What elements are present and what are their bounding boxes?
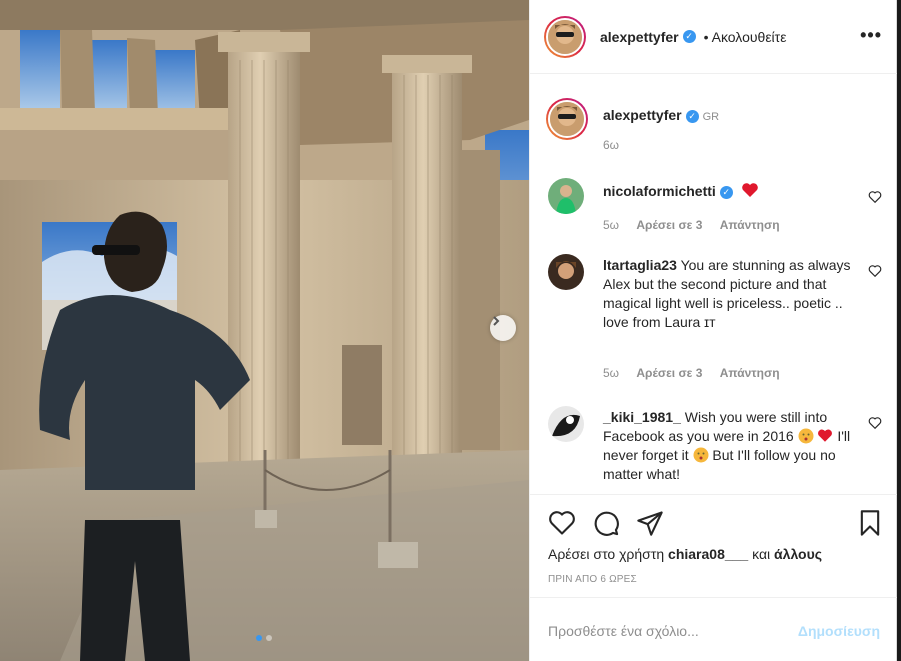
post-timestamp[interactable]: ΠΡΙΝ ΑΠΟ 6 ΩΡΕΣ xyxy=(548,574,637,585)
comment-likes[interactable]: Αρέσει σε 3 xyxy=(636,366,702,380)
commenter-avatar[interactable] xyxy=(548,178,584,214)
comment-likes[interactable]: Αρέσει σε 3 xyxy=(636,218,702,232)
caption-username[interactable]: alexpettyfer xyxy=(603,107,682,123)
carousel-dot xyxy=(266,635,272,641)
likes-prefix: Αρέσει στο χρήστη xyxy=(548,546,665,562)
author-avatar[interactable] xyxy=(544,15,586,58)
comment-time[interactable]: 5ω xyxy=(603,218,619,232)
heart-icon[interactable] xyxy=(868,264,882,278)
acropolis-photo xyxy=(0,0,529,661)
red-heart-emoji-icon xyxy=(741,183,758,197)
kissing-face-emoji-icon xyxy=(798,428,814,444)
post-comment-button[interactable]: Δημοσίευση xyxy=(798,623,880,639)
comment-row: _kiki_1981_ Wish you were still into Fac… xyxy=(548,406,888,494)
like-heart-icon[interactable] xyxy=(548,509,576,537)
verified-icon: ✓ xyxy=(685,109,699,123)
verified-icon: ✓ xyxy=(682,30,696,43)
comment-username[interactable]: ltartaglia23 xyxy=(603,257,677,273)
add-comment-input[interactable]: Προσθέστε ένα σχόλιο... xyxy=(548,623,699,639)
comment-time[interactable]: 5ω xyxy=(603,366,619,380)
caption-avatar[interactable] xyxy=(546,98,588,140)
comments-list: alexpettyfer✓GR 6ω nicolaformichetti✓ xyxy=(530,74,898,494)
avatar-photo-icon xyxy=(548,178,584,214)
location-tag: GR xyxy=(702,111,720,123)
post-photo[interactable] xyxy=(0,0,529,661)
carousel-dot-active xyxy=(256,635,262,641)
likes-user[interactable]: chiara08___ xyxy=(668,546,748,562)
chevron-right-icon xyxy=(493,316,500,326)
caption-time[interactable]: 6ω xyxy=(603,138,619,152)
bookmark-icon[interactable] xyxy=(856,509,884,537)
comment-username[interactable]: nicolaformichetti xyxy=(603,183,716,199)
author-username[interactable]: alexpettyfer xyxy=(600,29,679,45)
following-status[interactable]: • Ακολουθείτε xyxy=(704,29,787,45)
likes-others[interactable]: άλλους xyxy=(774,546,822,562)
avatar-photo-icon xyxy=(548,406,584,442)
likes-summary[interactable]: Αρέσει στο χρήστη chiara08___ και άλλους xyxy=(548,546,822,562)
likes-and: και xyxy=(752,546,771,562)
share-icon[interactable] xyxy=(636,509,664,537)
carousel-next-button[interactable] xyxy=(490,315,516,341)
heart-icon[interactable] xyxy=(868,416,882,430)
instagram-post-modal: alexpettyfer ✓ • Ακολουθείτε ••• alexpet… xyxy=(0,0,901,661)
commenter-avatar[interactable] xyxy=(548,254,584,290)
comment-row: ltartaglia23 You are stunning as always … xyxy=(548,254,888,384)
reply-button[interactable]: Απάντηση xyxy=(720,366,780,380)
backdrop-edge xyxy=(897,0,901,661)
verified-icon: ✓ xyxy=(719,185,733,199)
reply-button[interactable]: Απάντηση xyxy=(720,218,780,232)
carousel-indicator xyxy=(256,635,272,641)
comment-row: nicolaformichetti ✓ 5ω Αρέσει σε 3 Απάντη… xyxy=(548,178,888,238)
comment-username[interactable]: _kiki_1981_ xyxy=(603,409,681,425)
comment-icon[interactable] xyxy=(592,509,620,537)
post-actions: Αρέσει στο χρήστη chiara08___ και άλλους… xyxy=(530,494,898,585)
heart-icon[interactable] xyxy=(868,190,882,204)
add-comment-bar: Προσθέστε ένα σχόλιο... Δημοσίευση xyxy=(530,597,898,661)
post-side-panel: alexpettyfer ✓ • Ακολουθείτε ••• alexpet… xyxy=(529,0,898,661)
red-heart-emoji-icon xyxy=(818,429,833,442)
kissing-face-emoji-icon xyxy=(693,447,708,463)
caption-row: alexpettyfer ✓ GR 6ω xyxy=(546,98,888,158)
post-header: alexpettyfer ✓ • Ακολουθείτε ••• xyxy=(530,0,898,74)
more-icon[interactable]: ••• xyxy=(860,26,882,44)
avatar-photo-icon xyxy=(548,19,582,54)
avatar-photo-icon xyxy=(548,254,584,290)
commenter-avatar[interactable] xyxy=(548,406,584,442)
avatar-photo-icon xyxy=(550,102,584,136)
